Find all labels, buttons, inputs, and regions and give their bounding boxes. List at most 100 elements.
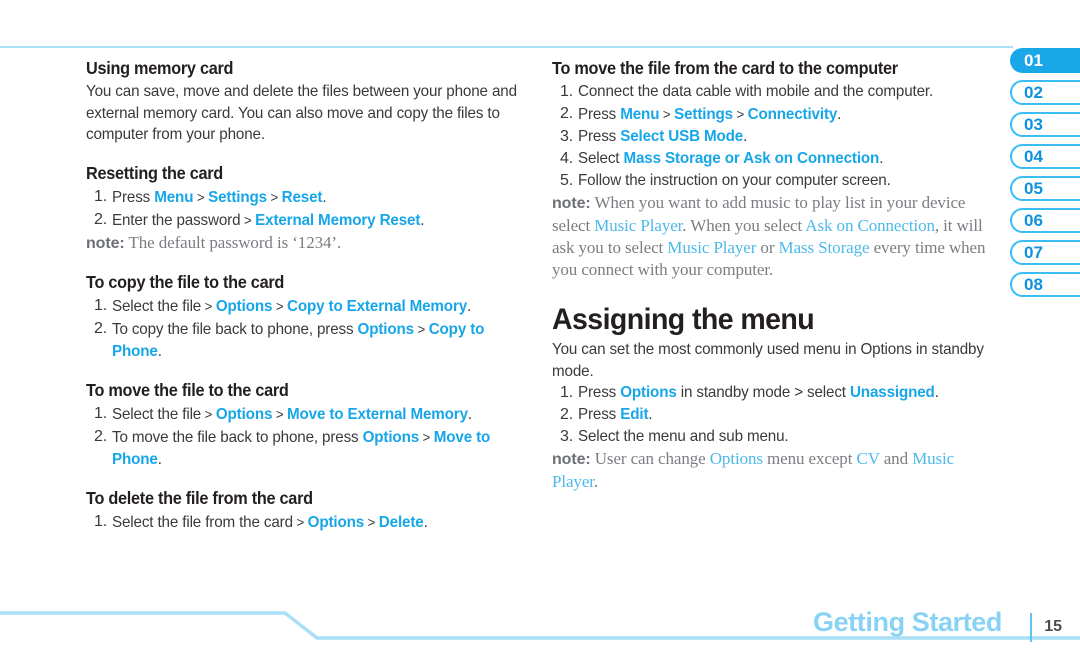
note-body: and — [879, 449, 913, 468]
steps-copy-file-to-card: Select the file > Options > Copy to Exte… — [86, 295, 526, 363]
footer-divider — [1030, 613, 1032, 642]
step-text: Press — [578, 384, 621, 401]
manual-page: Using memory card You can save, move and… — [0, 0, 1080, 670]
chapter-tab-02[interactable]: 02 — [1010, 80, 1080, 105]
page-number: 15 — [1044, 618, 1062, 635]
heading-using-memory-card: Using memory card — [86, 58, 234, 78]
footer-section-title: Getting Started — [812, 607, 1002, 637]
step-text: Press — [578, 128, 621, 145]
step-text: Select the file — [112, 297, 202, 315]
step-text: Press — [578, 106, 621, 123]
ui-term: Options — [215, 405, 273, 423]
footer-page-number-wrap: 15 — [1044, 618, 1062, 636]
step-text: Select the file from the card — [112, 513, 293, 531]
step-text: . — [420, 211, 425, 229]
chapter-tab-06[interactable]: 06 — [1010, 208, 1080, 233]
step-item: Follow the instruction on your computer … — [552, 170, 1004, 192]
separator: > — [413, 320, 429, 337]
separator: > — [364, 513, 379, 530]
separator: > — [292, 513, 308, 530]
ui-term: Options — [362, 428, 420, 446]
step-text: To move the file back to phone, press — [112, 428, 363, 446]
step-item: Select the file > Options > Move to Exte… — [86, 403, 526, 426]
chapter-tab-05[interactable]: 05 — [1010, 176, 1080, 201]
note-body: The default password is ‘1234’. — [124, 232, 342, 252]
heading-move-file-to-card: To move the file to the card — [86, 379, 289, 400]
step-text: Enter the password — [112, 211, 241, 229]
chapter-tab-label: 07 — [1024, 242, 1043, 262]
separator: > — [201, 405, 216, 422]
step-text: . — [648, 406, 653, 423]
separator: > — [419, 428, 434, 445]
chapter-tab-08[interactable]: 08 — [1010, 272, 1080, 297]
step-text: . — [467, 297, 472, 315]
separator: > — [272, 297, 288, 314]
ui-term: Options — [709, 449, 763, 468]
step-item: Press Select USB Mode. — [552, 126, 1004, 148]
steps-delete-file-from-card: Select the file from the card > Options … — [86, 511, 526, 534]
ui-term: Reset — [281, 188, 323, 206]
steps-move-file-card-to-computer: Connect the data cable with mobile and t… — [552, 81, 1004, 192]
ui-term: Move to External Memory — [287, 405, 468, 423]
step-text: . — [423, 513, 428, 531]
heading-resetting-the-card: Resetting the card — [86, 162, 223, 183]
separator: > — [193, 188, 209, 205]
note-label: note: — [86, 234, 125, 252]
note-default-password: note: The default password is ‘1234’. — [86, 232, 526, 255]
steps-move-file-to-card: Select the file > Options > Move to Exte… — [86, 403, 526, 471]
step-item: Press Edit. — [552, 404, 1004, 426]
step-text: To copy the file back to phone, press — [112, 320, 358, 338]
step-item: To move the file back to phone, press Op… — [86, 426, 526, 471]
heading-delete-file-from-card: To delete the file from the card — [86, 487, 313, 508]
ui-term: Edit — [620, 406, 649, 423]
chapter-tab-label: 04 — [1024, 146, 1043, 166]
step-item: To copy the file back to phone, press Op… — [86, 318, 526, 363]
separator: > — [266, 188, 282, 205]
ui-term: Settings — [674, 106, 733, 123]
step-text: Follow the instruction on your computer … — [578, 172, 891, 189]
chapter-tab-label: 01 — [1024, 50, 1043, 70]
separator: > — [732, 106, 748, 122]
step-text: . — [837, 106, 842, 123]
chapter-tab-03[interactable]: 03 — [1010, 112, 1080, 137]
step-text: Select — [578, 150, 624, 167]
step-text: . — [467, 405, 472, 423]
chapter-tab-04[interactable]: 04 — [1010, 144, 1080, 169]
ui-term: Music Player — [594, 216, 683, 235]
note-label: note: — [552, 195, 591, 212]
ui-term: Delete — [378, 513, 424, 531]
chapter-tab-label: 02 — [1024, 82, 1043, 102]
chapter-tab-07[interactable]: 07 — [1010, 240, 1080, 265]
left-column: Using memory card You can save, move and… — [86, 58, 526, 534]
footer-label: Getting Started — [813, 607, 1002, 638]
ui-term: Options — [357, 320, 415, 338]
step-item: Press Options in standby mode > select U… — [552, 382, 1004, 404]
chapter-tab-strip[interactable]: 01 02 03 04 05 06 07 08 — [1010, 48, 1080, 304]
ui-term: Connectivity — [747, 106, 838, 123]
step-item: Select the file from the card > Options … — [86, 511, 526, 534]
right-column: To move the file from the card to the co… — [552, 58, 1004, 493]
ui-term: External Memory Reset — [255, 211, 421, 229]
step-text: . — [879, 150, 884, 167]
separator: > — [659, 106, 675, 122]
note-options-menu: note: User can change Options menu excep… — [552, 448, 1004, 493]
top-divider-rule — [0, 46, 1013, 48]
step-text: in standby mode > select — [676, 384, 850, 401]
step-text: . — [934, 384, 939, 401]
ui-term: Mass Storage — [778, 238, 870, 257]
step-text: Select the file — [112, 405, 202, 423]
heading-copy-file-to-card: To copy the file to the card — [86, 271, 285, 292]
note-body: . When you select — [682, 216, 806, 235]
step-text: . — [157, 450, 162, 468]
ui-term: Options — [620, 384, 677, 401]
steps-resetting-the-card: Press Menu > Settings > Reset. Enter the… — [86, 186, 526, 232]
ui-term: Ask on Connection — [805, 216, 935, 235]
chapter-tab-label: 05 — [1024, 178, 1043, 198]
chapter-tab-01[interactable]: 01 — [1010, 48, 1080, 73]
chapter-tab-label: 06 — [1024, 210, 1043, 230]
ui-term: Options — [215, 297, 273, 315]
